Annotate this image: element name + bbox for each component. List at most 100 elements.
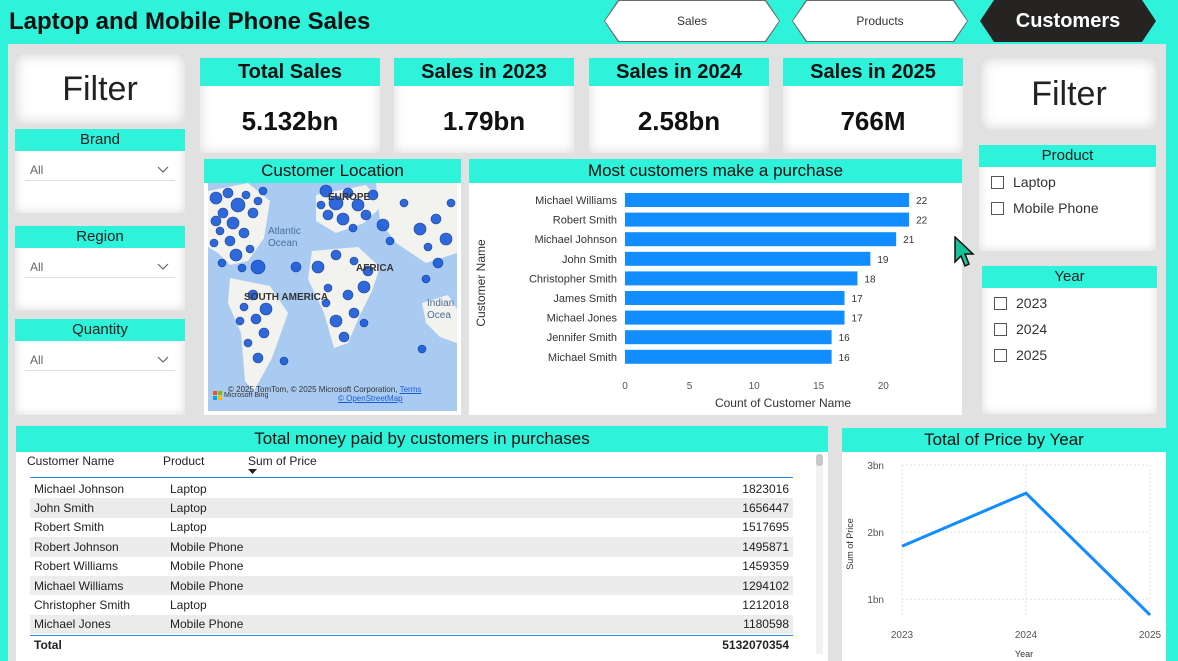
checkbox-2023[interactable]: 2023 (994, 290, 1157, 316)
kpi-sales-2024: Sales in 2024 2.58bn (589, 58, 769, 153)
table-row[interactable]: Michael Johnson Laptop 1823016 (30, 479, 793, 498)
cell-product: Mobile Phone (170, 617, 244, 632)
table-row[interactable]: Robert Williams Mobile Phone 1459359 (30, 557, 793, 576)
bar-x-tick: 15 (813, 381, 825, 392)
bar-data-label: 16 (839, 333, 851, 344)
bar-category-label: Christopher Smith (529, 273, 617, 285)
bar-category-label: Michael Williams (535, 195, 617, 207)
map-terms-link[interactable]: Terms (400, 385, 422, 394)
map-label-indian: Indian Ocea (427, 298, 455, 321)
line-x-tick: 2023 (891, 630, 914, 641)
checkbox-mobile-phone[interactable]: Mobile Phone (991, 195, 1156, 221)
table-row[interactable]: Robert Johnson Mobile Phone 1495871 (30, 537, 793, 557)
chevron-down-icon (157, 166, 169, 173)
checkbox-label: 2024 (1016, 321, 1048, 337)
checkbox-icon (994, 322, 1007, 336)
cell-customer-name: Michael Jones (34, 617, 111, 632)
price-by-year-line-chart: Total of Price by Year 1bn 2bn 3bn 2023 202… (842, 428, 1166, 661)
page-title: Laptop and Mobile Phone Sales (9, 8, 371, 35)
bar[interactable] (625, 271, 858, 286)
line-x-tick: 2024 (1015, 630, 1038, 641)
tab-sales[interactable]: Sales (604, 0, 780, 42)
map-title: Customer Location (204, 159, 461, 183)
line-chart-y-axis-title: Sum of Price (845, 518, 855, 570)
quantity-dropdown[interactable]: All (25, 349, 175, 371)
bar-category-label: Robert Smith (553, 215, 617, 227)
cell-customer-name: Michael Johnson (34, 481, 125, 496)
region-dropdown[interactable]: All (25, 256, 175, 278)
total-label: Total (34, 638, 62, 652)
checkbox-label: Mobile Phone (1013, 200, 1099, 216)
bar-x-tick: 0 (622, 381, 628, 392)
cell-sum-of-price: 1823016 (742, 481, 789, 496)
product-slicer: Product Laptop Mobile Phone (979, 145, 1156, 251)
brand-dropdown-value: All (30, 163, 44, 177)
bar-data-label: 16 (839, 353, 851, 364)
chevron-down-icon (157, 356, 169, 363)
kpi-value: 766M (840, 106, 906, 136)
bar[interactable] (625, 251, 871, 266)
customer-location-map: Customer Location EUROPE AFRICA SOUTH AM… (204, 159, 461, 415)
region-slicer: Region All (15, 226, 185, 310)
cell-customer-name: Robert Williams (34, 559, 119, 574)
checkbox-2025[interactable]: 2025 (994, 342, 1157, 368)
kpi-label: Sales in 2025 (783, 58, 963, 86)
map-canvas[interactable]: EUROPE AFRICA SOUTH AMERICA Atlantic Oce… (208, 183, 457, 411)
region-dropdown-value: All (30, 260, 44, 274)
column-header-product[interactable]: Product (163, 454, 204, 468)
tab-customers[interactable]: Customers (980, 0, 1156, 42)
table-row[interactable]: Michael Williams Mobile Phone 1294102 (30, 575, 793, 596)
bing-label: Microsoft Bing (224, 392, 269, 399)
tab-products[interactable]: Products (792, 0, 968, 42)
table-scrollbar[interactable] (816, 454, 823, 654)
kpi-total-sales: Total Sales 5.132bn (200, 58, 380, 153)
bing-logo: Microsoft Bing (213, 391, 268, 400)
year-slicer-label: Year (982, 266, 1157, 288)
kpi-label: Total Sales (200, 58, 380, 86)
kpi-sales-2025: Sales in 2025 766M (783, 58, 963, 153)
bar[interactable] (625, 232, 897, 247)
right-filter-title: Filter (981, 58, 1157, 130)
checkbox-label: 2025 (1016, 347, 1048, 363)
table-row[interactable]: Christopher Smith Laptop 1212018 (30, 595, 793, 614)
scrollbar-thumb[interactable] (816, 454, 823, 466)
tab-sales-label: Sales (676, 14, 708, 28)
bar-data-label: 22 (916, 196, 928, 207)
bar[interactable] (625, 330, 832, 345)
bar-data-label: 19 (877, 255, 889, 266)
bar[interactable] (625, 349, 832, 364)
bar-chart-x-axis-title: Count of Customer Name (715, 396, 851, 410)
brand-dropdown[interactable]: All (25, 159, 175, 181)
table-row[interactable]: Robert Smith Laptop 1517695 (30, 518, 793, 537)
cell-product: Laptop (170, 501, 207, 516)
map-osm-link[interactable]: © OpenStreetMap (338, 394, 403, 403)
bar[interactable] (625, 193, 910, 207)
bar-data-label: 17 (852, 294, 864, 305)
column-header-customer[interactable]: Customer Name (27, 454, 114, 468)
microsoft-logo-icon (213, 391, 222, 400)
tab-products-label: Products (856, 14, 904, 28)
line-chart-plot: 1bn 2bn 3bn 2023 2024 2025 Sum of Price Year (845, 461, 1162, 659)
kpi-value: 1.79bn (442, 106, 526, 136)
table-row[interactable]: John Smith Laptop 1656447 (30, 498, 793, 518)
bar[interactable] (625, 212, 910, 227)
bar[interactable] (625, 310, 845, 325)
line-y-tick: 1bn (867, 595, 884, 606)
cell-sum-of-price: 1459359 (742, 559, 789, 574)
table-body: Michael Johnson Laptop 1823016 John Smith La… (30, 479, 793, 635)
checkbox-laptop[interactable]: Laptop (991, 169, 1156, 195)
cell-product: Laptop (170, 481, 207, 496)
bar-chart-y-axis-title: Customer Name (474, 239, 488, 327)
cell-sum-of-price: 1212018 (742, 598, 789, 613)
tab-customers-label: Customers (1015, 9, 1121, 32)
bar-data-label: 22 (916, 216, 928, 227)
cell-customer-name: Christopher Smith (34, 598, 131, 613)
column-header-sum-of-price[interactable]: Sum of Price (248, 454, 317, 468)
bar-data-label: 21 (903, 235, 915, 246)
cell-customer-name: Robert Smith (34, 520, 105, 535)
table-row[interactable]: Michael Jones Mobile Phone 1180598 (30, 614, 793, 635)
checkbox-2024[interactable]: 2024 (994, 316, 1157, 342)
bar[interactable] (625, 291, 845, 305)
report-canvas: Filter Brand All Region All Quantity All… (8, 44, 1166, 661)
map-label-europe: EUROPE (328, 192, 371, 203)
